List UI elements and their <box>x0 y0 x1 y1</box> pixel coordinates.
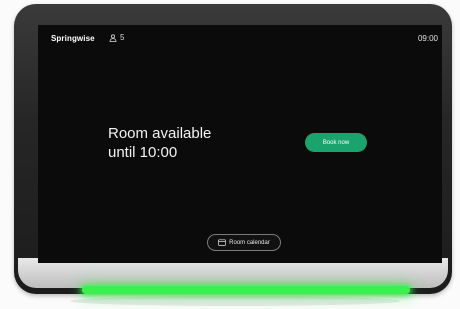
person-icon <box>109 33 117 42</box>
stand-shadow <box>70 296 400 306</box>
occupancy-count: 5 <box>120 33 125 42</box>
room-calendar-button[interactable]: Room calendar <box>207 234 281 251</box>
availability-line-2: until 10:00 <box>108 144 178 161</box>
availability-status: Room available until 10:00 <box>108 124 211 162</box>
clock: 09:00 <box>417 34 438 43</box>
status-led-bar <box>82 286 410 294</box>
device-photo: Springwise 5 09:00 Room available until … <box>0 0 460 309</box>
room-booking-screen: Springwise 5 09:00 Room available until … <box>38 25 442 263</box>
occupancy-indicator: 5 <box>109 33 124 42</box>
availability-line-1: Room available <box>108 125 212 142</box>
book-now-button[interactable]: Book now <box>305 133 367 152</box>
calendar-icon <box>218 239 227 246</box>
room-name: Springwise <box>51 34 95 43</box>
room-calendar-label: Room calendar <box>229 239 270 246</box>
